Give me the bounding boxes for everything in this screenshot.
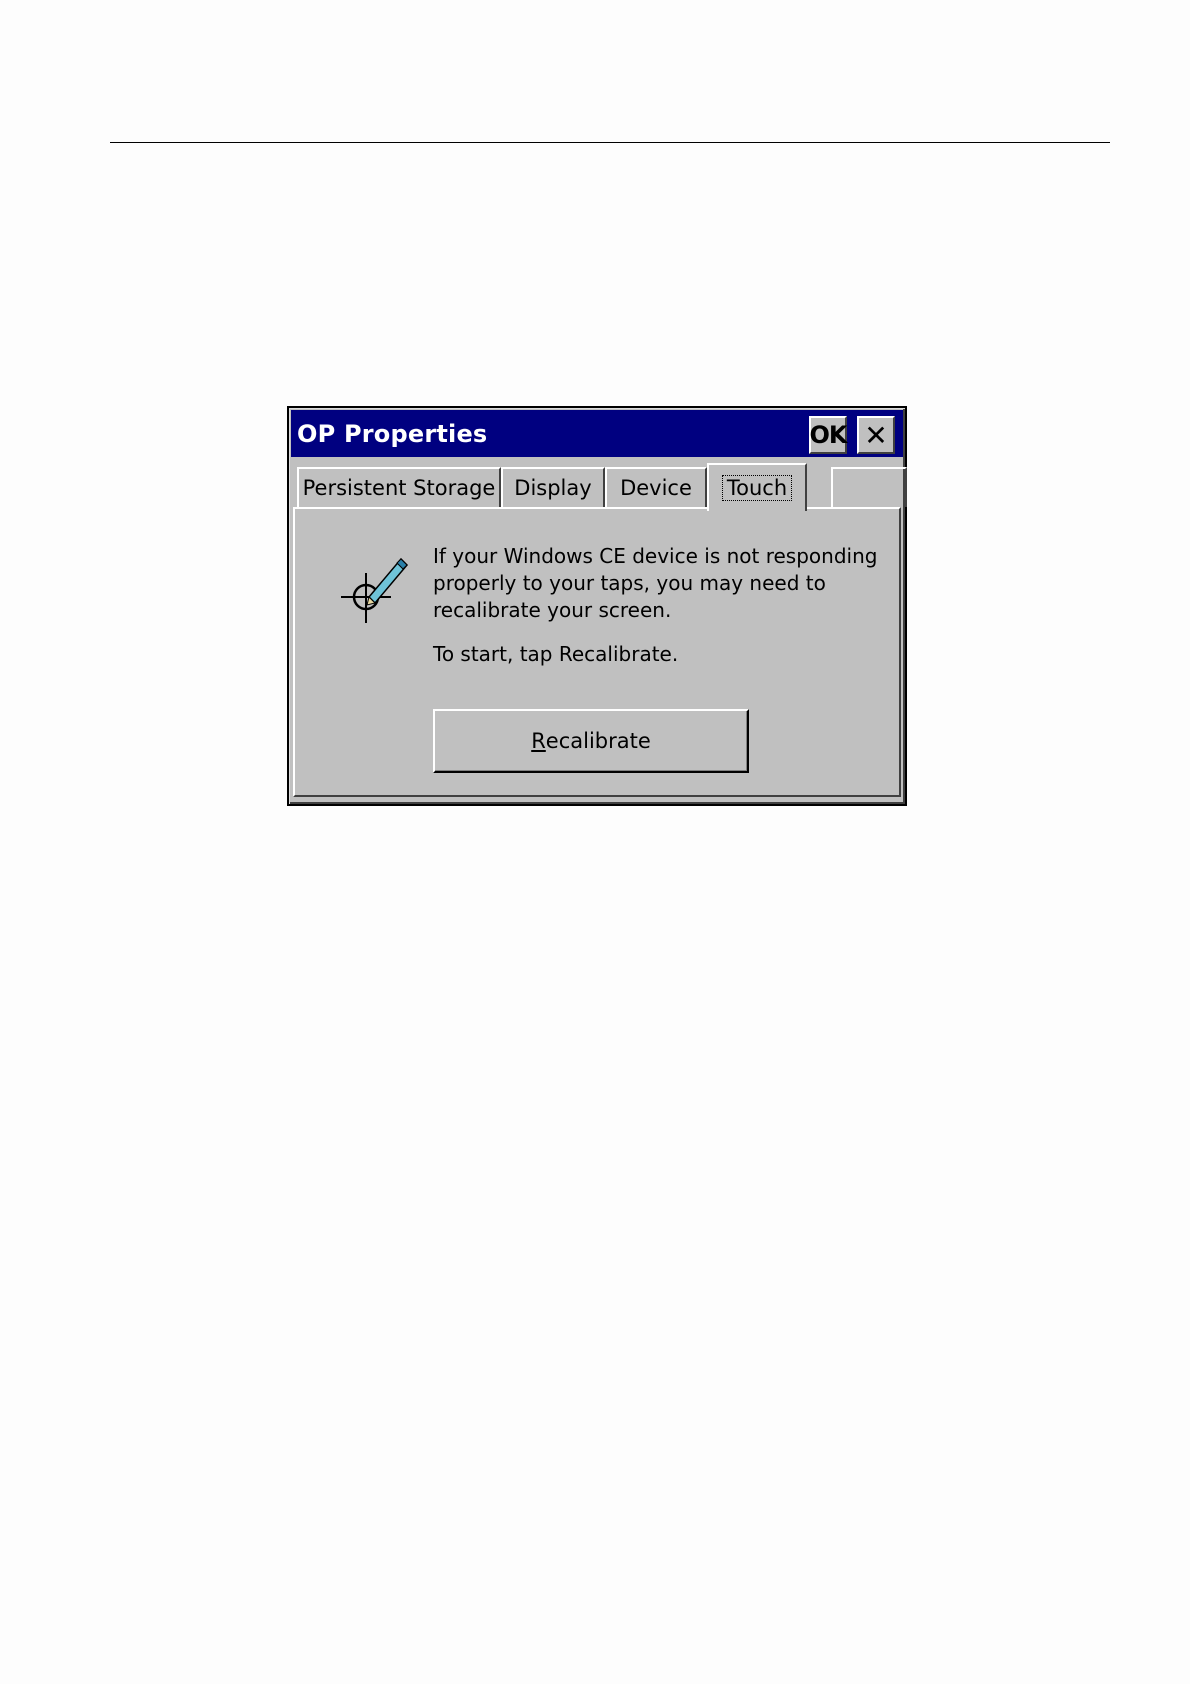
tab-touch[interactable]: Touch: [707, 463, 807, 511]
page: OP Properties OK ✕ Persistent Storage Di…: [0, 0, 1190, 1684]
close-icon: ✕: [864, 418, 888, 452]
tab-label: Display: [514, 476, 592, 500]
start-hint: To start, tap Recalibrate.: [433, 642, 679, 666]
tab-label: Persistent Storage: [302, 476, 496, 500]
tab-strip-filler: [831, 467, 907, 507]
mnemonic-letter: R: [531, 729, 546, 753]
instructions-text: If your Windows CE device is not respond…: [433, 544, 878, 622]
button-label-rest: ecalibrate: [545, 729, 651, 753]
tab-device[interactable]: Device: [605, 467, 707, 507]
tab-label: Device: [620, 476, 692, 500]
instructions: If your Windows CE device is not respond…: [433, 543, 883, 668]
tab-display[interactable]: Display: [501, 467, 605, 507]
header-rule: [110, 142, 1110, 143]
close-button[interactable]: ✕: [857, 416, 895, 454]
dialog-title: OP Properties: [297, 420, 488, 448]
touch-calibration-icon: [341, 557, 409, 623]
title-bar[interactable]: OP Properties OK ✕: [291, 410, 903, 457]
tab-label: Touch: [721, 475, 793, 501]
op-properties-dialog: OP Properties OK ✕ Persistent Storage Di…: [287, 406, 907, 806]
ok-button[interactable]: OK: [809, 416, 848, 454]
recalibrate-button[interactable]: Recalibrate: [433, 709, 749, 773]
touch-panel: If your Windows CE device is not respond…: [293, 507, 901, 797]
tab-persistent-storage[interactable]: Persistent Storage: [297, 467, 501, 507]
